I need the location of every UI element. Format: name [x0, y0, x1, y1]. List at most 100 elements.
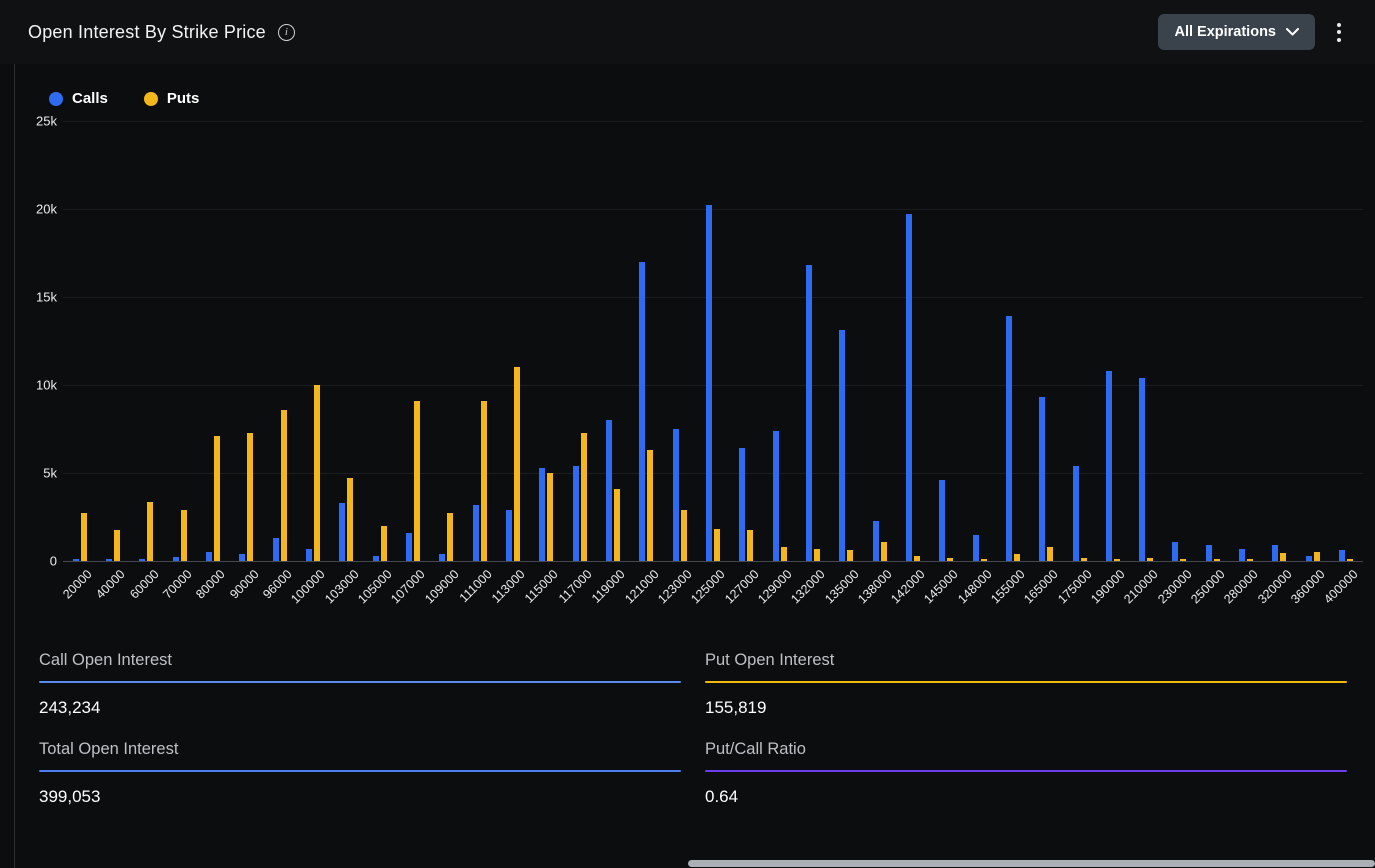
bar-group-190000[interactable] — [1096, 121, 1129, 561]
legend-item-calls[interactable]: Calls — [49, 90, 108, 107]
puts-bar[interactable] — [614, 489, 620, 561]
bar-group-175000[interactable] — [1063, 121, 1096, 561]
calls-bar[interactable] — [673, 429, 679, 561]
bar-group-111000[interactable] — [463, 121, 496, 561]
bar-group-135000[interactable] — [830, 121, 863, 561]
calls-bar[interactable] — [939, 480, 945, 561]
puts-bar[interactable] — [847, 550, 853, 561]
puts-bar[interactable] — [681, 510, 687, 561]
puts-bar[interactable] — [881, 542, 887, 561]
puts-bar[interactable] — [581, 433, 587, 561]
bar-group-119000[interactable] — [596, 121, 629, 561]
calls-bar[interactable] — [1139, 378, 1145, 561]
calls-bar[interactable] — [473, 505, 479, 561]
bar-group-127000[interactable] — [730, 121, 763, 561]
puts-bar[interactable] — [247, 433, 253, 561]
puts-bar[interactable] — [281, 410, 287, 561]
bar-group-280000[interactable] — [1229, 121, 1262, 561]
puts-bar[interactable] — [114, 530, 120, 561]
calls-bar[interactable] — [506, 510, 512, 561]
calls-bar[interactable] — [806, 265, 812, 561]
bar-group-40000[interactable] — [96, 121, 129, 561]
calls-bar[interactable] — [773, 431, 779, 561]
calls-bar[interactable] — [573, 466, 579, 561]
bar-group-230000[interactable] — [1163, 121, 1196, 561]
puts-bar[interactable] — [514, 367, 520, 561]
puts-bar[interactable] — [547, 473, 553, 561]
bar-group-125000[interactable] — [696, 121, 729, 561]
bar-group-129000[interactable] — [763, 121, 796, 561]
puts-bar[interactable] — [1014, 554, 1020, 561]
puts-bar[interactable] — [714, 529, 720, 561]
bar-group-80000[interactable] — [196, 121, 229, 561]
bar-group-105000[interactable] — [363, 121, 396, 561]
calls-bar[interactable] — [206, 552, 212, 561]
bar-group-250000[interactable] — [1196, 121, 1229, 561]
bar-group-165000[interactable] — [1030, 121, 1063, 561]
bar-group-145000[interactable] — [930, 121, 963, 561]
calls-bar[interactable] — [273, 538, 279, 561]
bar-group-90000[interactable] — [230, 121, 263, 561]
bar-group-113000[interactable] — [496, 121, 529, 561]
puts-bar[interactable] — [1047, 547, 1053, 561]
puts-bar[interactable] — [147, 502, 153, 561]
puts-bar[interactable] — [81, 513, 87, 561]
bar-group-138000[interactable] — [863, 121, 896, 561]
puts-bar[interactable] — [481, 401, 487, 561]
calls-bar[interactable] — [339, 503, 345, 561]
bar-group-210000[interactable] — [1130, 121, 1163, 561]
bar-group-320000[interactable] — [1263, 121, 1296, 561]
calls-bar[interactable] — [406, 533, 412, 561]
puts-bar[interactable] — [381, 526, 387, 561]
puts-bar[interactable] — [1314, 552, 1320, 561]
expirations-dropdown[interactable]: All Expirations — [1158, 14, 1315, 50]
calls-bar[interactable] — [306, 549, 312, 561]
puts-bar[interactable] — [347, 478, 353, 561]
kebab-menu-icon[interactable] — [1333, 19, 1345, 46]
bar-group-20000[interactable] — [63, 121, 96, 561]
bar-group-70000[interactable] — [163, 121, 196, 561]
puts-bar[interactable] — [414, 401, 420, 561]
calls-bar[interactable] — [973, 535, 979, 561]
puts-bar[interactable] — [814, 549, 820, 561]
calls-bar[interactable] — [606, 420, 612, 561]
puts-bar[interactable] — [747, 530, 753, 561]
calls-bar[interactable] — [739, 448, 745, 561]
calls-bar[interactable] — [239, 554, 245, 561]
bar-group-132000[interactable] — [796, 121, 829, 561]
legend-item-puts[interactable]: Puts — [144, 90, 200, 107]
calls-bar[interactable] — [1239, 549, 1245, 561]
bar-group-117000[interactable] — [563, 121, 596, 561]
calls-bar[interactable] — [1172, 542, 1178, 561]
bar-group-107000[interactable] — [396, 121, 429, 561]
bar-group-96000[interactable] — [263, 121, 296, 561]
calls-bar[interactable] — [906, 214, 912, 561]
bar-group-109000[interactable] — [430, 121, 463, 561]
calls-bar[interactable] — [873, 521, 879, 561]
bar-group-155000[interactable] — [996, 121, 1029, 561]
info-icon[interactable]: i — [278, 24, 295, 41]
calls-bar[interactable] — [1039, 397, 1045, 561]
calls-bar[interactable] — [1206, 545, 1212, 561]
calls-bar[interactable] — [1006, 316, 1012, 561]
scrollbar-thumb[interactable] — [688, 860, 1375, 867]
puts-bar[interactable] — [314, 385, 320, 561]
calls-bar[interactable] — [1339, 550, 1345, 561]
bar-group-148000[interactable] — [963, 121, 996, 561]
calls-bar[interactable] — [706, 205, 712, 561]
calls-bar[interactable] — [1073, 466, 1079, 561]
bar-group-400000[interactable] — [1329, 121, 1362, 561]
calls-bar[interactable] — [1272, 545, 1278, 561]
bar-group-100000[interactable] — [296, 121, 329, 561]
calls-bar[interactable] — [639, 262, 645, 561]
bar-group-103000[interactable] — [330, 121, 363, 561]
puts-bar[interactable] — [647, 450, 653, 561]
bar-group-360000[interactable] — [1296, 121, 1329, 561]
bar-group-142000[interactable] — [896, 121, 929, 561]
puts-bar[interactable] — [781, 547, 787, 561]
calls-bar[interactable] — [839, 330, 845, 561]
calls-bar[interactable] — [439, 554, 445, 561]
puts-bar[interactable] — [214, 436, 220, 561]
calls-bar[interactable] — [539, 468, 545, 561]
puts-bar[interactable] — [1280, 553, 1286, 561]
